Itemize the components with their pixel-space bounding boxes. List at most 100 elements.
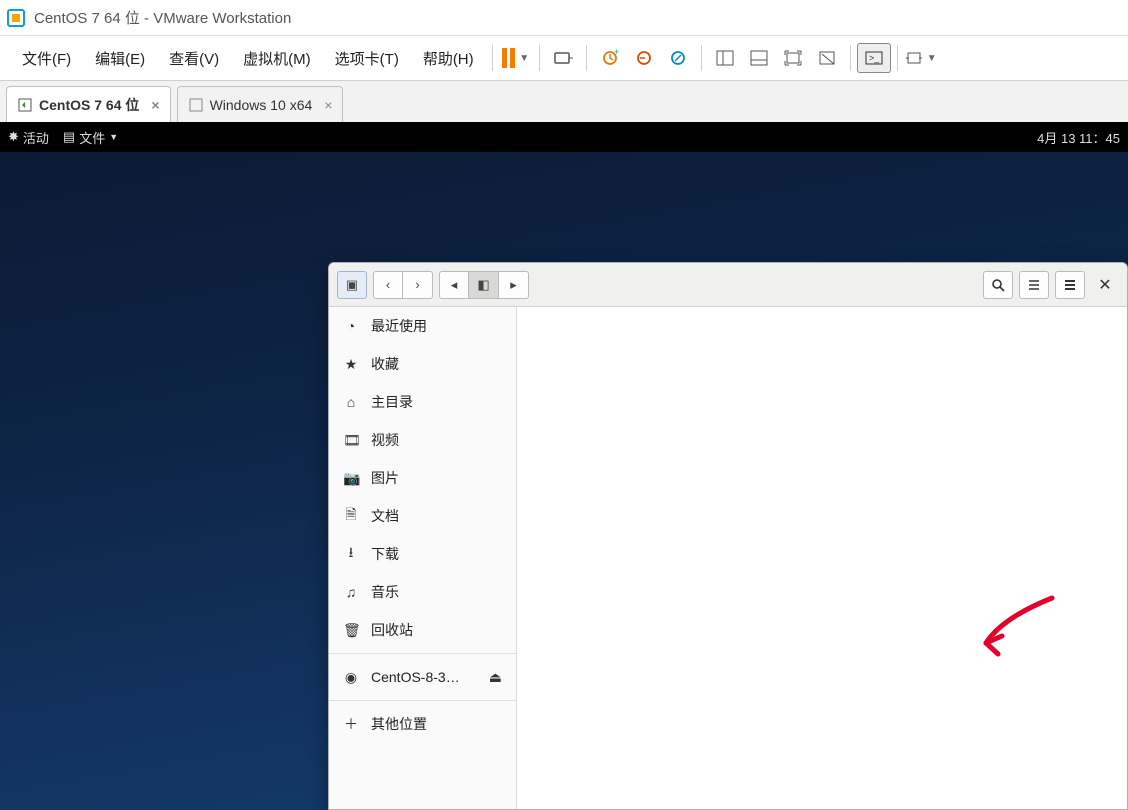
snapshot-manager-button[interactable]: [661, 43, 695, 73]
unity-button[interactable]: [810, 43, 844, 73]
path-group: ◂ ◧ ▸: [439, 271, 529, 299]
sidebar-label: 收藏: [371, 354, 399, 374]
files-headerbar: ▣ ‹ › ◂ ◧ ▸ ✕: [329, 263, 1127, 307]
sidebar-separator: [329, 700, 516, 701]
send-ctrl-alt-del-button[interactable]: [546, 43, 580, 73]
download-icon: ⭳: [343, 542, 359, 566]
sidebar-recent[interactable]: ◔ 最近使用: [329, 307, 516, 345]
menu-view[interactable]: 查看(V): [157, 42, 231, 75]
vm-running-icon: [17, 97, 33, 113]
sidebar-label: 视频: [371, 430, 399, 450]
path-prev-button[interactable]: ◂: [439, 271, 469, 299]
search-button[interactable]: [983, 271, 1013, 299]
vm-tabs: CentOS 7 64 位 × Windows 10 x64 ×: [0, 80, 1128, 122]
clock[interactable]: 4月 13 11：45: [1037, 128, 1120, 147]
view-list-button[interactable]: [1019, 271, 1049, 299]
fullscreen-button[interactable]: [776, 43, 810, 73]
sidebar-home[interactable]: ⌂主目录: [329, 383, 516, 421]
plus-icon: ＋: [343, 714, 359, 734]
places-button[interactable]: ▣: [337, 271, 367, 299]
video-icon: 🎞: [343, 432, 359, 449]
sidebar-label: 回收站: [371, 620, 413, 640]
sidebar-videos[interactable]: 🎞 视频: [329, 421, 516, 459]
tab-centos[interactable]: CentOS 7 64 位 ×: [6, 86, 171, 122]
sidebar-music[interactable]: ♫ 音乐: [329, 573, 516, 611]
stretch-button[interactable]: ▼: [904, 43, 938, 73]
tab-windows[interactable]: Windows 10 x64 ×: [177, 86, 344, 122]
pause-vm-button[interactable]: ▼: [499, 43, 533, 73]
camera-icon: 📷: [343, 470, 359, 487]
view-single-button[interactable]: [708, 43, 742, 73]
forward-button[interactable]: ›: [403, 271, 433, 299]
back-button[interactable]: ‹: [373, 271, 403, 299]
view-split-button[interactable]: [742, 43, 776, 73]
snapshot-take-button[interactable]: +: [593, 43, 627, 73]
vm-stopped-icon: [188, 97, 204, 113]
document-icon: 🗎: [343, 504, 359, 528]
sidebar-label: 下载: [371, 544, 399, 564]
vmware-logo-icon: [6, 8, 26, 28]
separator: [701, 45, 702, 71]
menu-file[interactable]: 文件(F): [10, 42, 83, 75]
folder-grid[interactable]: [517, 307, 1127, 809]
menu-tabs[interactable]: 选项卡(T): [323, 42, 411, 75]
gnome-top-bar: ✸ 活动 ▤ 文件 ▼ 4月 13 11：45: [0, 122, 1128, 152]
separator: [897, 45, 898, 71]
window-title: CentOS 7 64 位 - VMware Workstation: [34, 7, 291, 28]
sidebar-label: 最近使用: [371, 316, 427, 336]
activities-label: 活动: [23, 128, 49, 147]
clock-icon: ◔: [343, 318, 359, 334]
guest-desktop[interactable]: ✸ 活动 ▤ 文件 ▼ 4月 13 11：45 ▣ ‹ › ◂ ◧ ▸: [0, 122, 1128, 810]
separator: [492, 45, 493, 71]
sidebar-label: 主目录: [371, 392, 413, 412]
path-current[interactable]: ◧: [469, 271, 499, 299]
files-app-icon: ▤: [63, 129, 75, 145]
sidebar-trash[interactable]: 🗑 回收站: [329, 611, 516, 649]
files-body: ◔最近使用 ★收藏 ⌂主目录 🎞视频 📷图片 🗎文档 ⭳下载 ♫音乐 🗑回收站 …: [329, 307, 1127, 809]
svg-text:+: +: [614, 49, 619, 57]
files-window: ▣ ‹ › ◂ ◧ ▸ ✕ ◔ 最近使用: [328, 262, 1128, 810]
window-close-button[interactable]: ✕: [1091, 275, 1119, 295]
console-view-button[interactable]: >_: [857, 43, 891, 73]
vmware-menubar: 文件(F) 编辑(E) 查看(V) 虚拟机(M) 选项卡(T) 帮助(H) ▼ …: [0, 36, 1128, 80]
trash-icon: 🗑: [343, 622, 359, 639]
tab-label: CentOS 7 64 位: [39, 95, 139, 115]
sidebar-label: CentOS-8-3…: [371, 669, 460, 685]
sidebar-other[interactable]: ＋ 其他位置: [329, 705, 516, 743]
places-sidebar: ◔最近使用 ★收藏 ⌂主目录 🎞视频 📷图片 🗎文档 ⭳下载 ♫音乐 🗑回收站 …: [329, 307, 517, 809]
separator: [850, 45, 851, 71]
menu-icon: [1063, 278, 1077, 292]
vmware-titlebar: CentOS 7 64 位 - VMware Workstation: [0, 0, 1128, 36]
activities-icon: ✸: [8, 129, 19, 145]
sidebar-downloads[interactable]: ⭳ 下载: [329, 535, 516, 573]
snapshot-revert-button[interactable]: [627, 43, 661, 73]
menu-edit[interactable]: 编辑(E): [83, 42, 157, 75]
tab-close-button[interactable]: ×: [151, 97, 159, 113]
menu-help[interactable]: 帮助(H): [411, 42, 486, 75]
eject-button[interactable]: ⏏: [489, 669, 502, 686]
tab-label: Windows 10 x64: [210, 97, 313, 113]
sidebar-label: 音乐: [371, 582, 399, 602]
sidebar-pictures[interactable]: 📷 图片: [329, 459, 516, 497]
star-icon: ★: [343, 356, 359, 373]
chevron-down-icon: ▼: [109, 132, 118, 142]
list-icon: [1027, 278, 1041, 292]
tab-close-button[interactable]: ×: [324, 97, 332, 113]
search-icon: [991, 278, 1005, 292]
separator: [539, 45, 540, 71]
hamburger-button[interactable]: [1055, 271, 1085, 299]
sidebar-label: 图片: [371, 468, 399, 488]
sidebar-starred[interactable]: ★ 收藏: [329, 345, 516, 383]
menu-vm[interactable]: 虚拟机(M): [231, 42, 323, 75]
appmenu-files[interactable]: ▤ 文件 ▼: [63, 128, 118, 147]
path-next-button[interactable]: ▸: [499, 271, 529, 299]
sidebar-label: 其他位置: [371, 714, 427, 734]
activities-button[interactable]: ✸ 活动: [8, 128, 49, 147]
music-icon: ♫: [343, 584, 359, 600]
sidebar-separator: [329, 653, 516, 654]
svg-text:>_: >_: [869, 53, 880, 63]
sidebar-documents[interactable]: 🗎 文档: [329, 497, 516, 535]
sidebar-disc[interactable]: ◉CentOS-8-3…⏏: [329, 658, 516, 696]
appmenu-label: 文件: [79, 128, 105, 147]
sidebar-label: 文档: [371, 506, 399, 526]
